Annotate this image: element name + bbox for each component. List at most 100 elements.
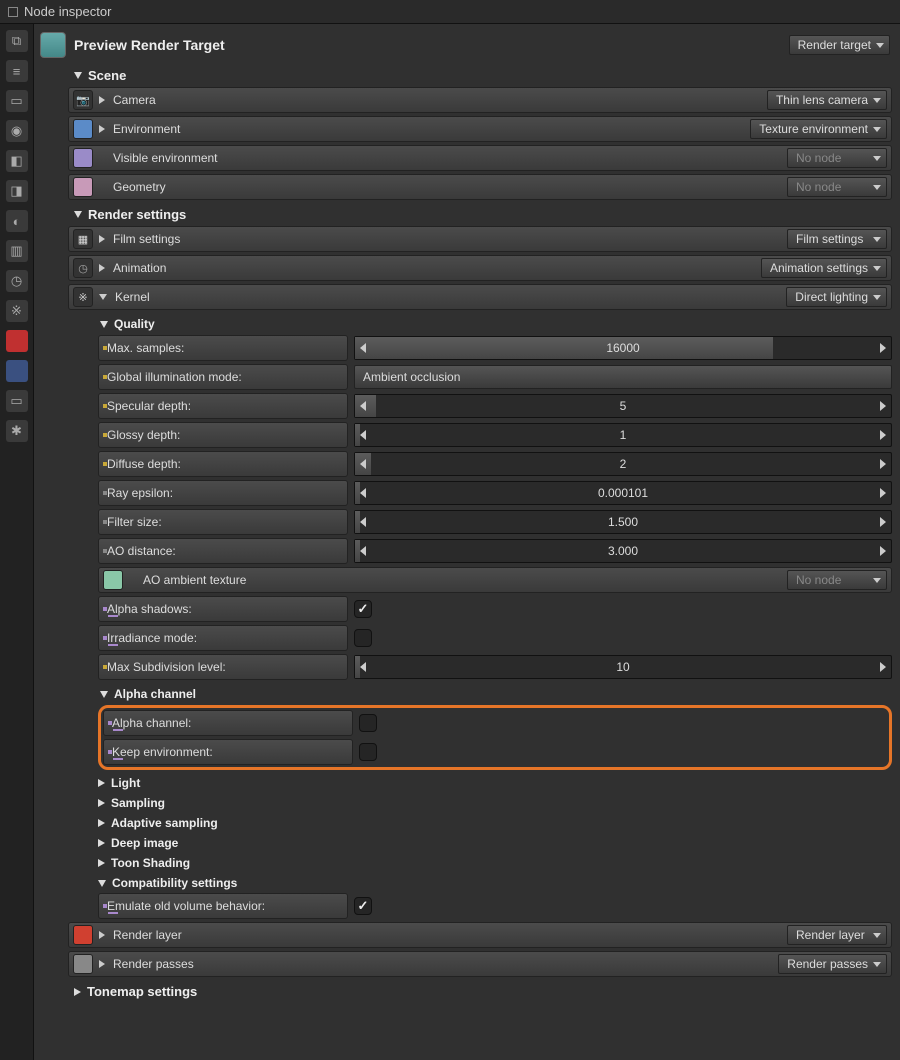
section-sampling[interactable]: Sampling	[98, 793, 892, 813]
chevron-down-icon	[99, 294, 107, 300]
emulate-old-volume-row: Emulate old volume behavior: ✓	[98, 893, 892, 919]
increment-icon[interactable]	[880, 546, 886, 556]
chevron-down-icon	[98, 880, 106, 887]
layer-icon	[73, 925, 93, 945]
tool-icon[interactable]: ≡	[6, 60, 28, 82]
titlebar-icon	[8, 7, 18, 17]
increment-icon[interactable]	[880, 517, 886, 527]
bool-icon	[103, 636, 107, 640]
diffuse-slider[interactable]: 2	[354, 452, 892, 476]
tool-image-icon[interactable]: ▭	[6, 90, 28, 112]
tool-image-icon[interactable]: ▭	[6, 390, 28, 412]
render-target-icon	[40, 32, 66, 58]
keep-env-row: Keep environment:	[103, 739, 887, 765]
gi-mode-select[interactable]: Ambient occlusion	[354, 365, 892, 389]
keep-env-checkbox[interactable]	[359, 743, 377, 761]
geometry-dropdown[interactable]: No node	[787, 177, 887, 197]
tool-clock-icon[interactable]: ◷	[6, 270, 28, 292]
alpha-shadows-row: Alpha shadows: ✓	[98, 596, 892, 622]
chevron-right-icon	[99, 931, 105, 939]
film-settings-row[interactable]: ▦ Film settings Film settings	[68, 226, 892, 252]
bool-icon	[108, 721, 112, 725]
max-subdiv-slider[interactable]: 10	[354, 655, 892, 679]
render-layer-dropdown[interactable]: Render layer	[787, 925, 887, 945]
section-alpha-channel[interactable]: Alpha channel	[98, 683, 892, 705]
increment-icon[interactable]	[880, 430, 886, 440]
environment-row[interactable]: Environment Texture environment	[68, 116, 892, 142]
node-icon	[73, 177, 93, 197]
increment-icon[interactable]	[880, 662, 886, 672]
tool-star-icon[interactable]: ✱	[6, 420, 28, 442]
texture-icon	[103, 570, 123, 590]
tool-icon[interactable]: ◨	[6, 180, 28, 202]
max-samples-slider[interactable]: 16000	[354, 336, 892, 360]
emulate-checkbox[interactable]: ✓	[354, 897, 372, 915]
page-title: Preview Render Target	[74, 37, 225, 53]
tool-icon[interactable]: ◧	[6, 150, 28, 172]
bool-icon	[108, 750, 112, 754]
tool-icon[interactable]: ◐	[6, 210, 28, 232]
camera-dropdown[interactable]: Thin lens camera	[767, 90, 887, 110]
increment-icon[interactable]	[880, 488, 886, 498]
ao-distance-slider[interactable]: 3.000	[354, 539, 892, 563]
environment-dropdown[interactable]: Texture environment	[750, 119, 887, 139]
irradiance-checkbox[interactable]	[354, 629, 372, 647]
geometry-row[interactable]: Geometry No node	[68, 174, 892, 200]
section-deep-image[interactable]: Deep image	[98, 833, 892, 853]
visible-env-row[interactable]: Visible environment No node	[68, 145, 892, 171]
render-passes-row[interactable]: Render passes Render passes	[68, 951, 892, 977]
section-compat[interactable]: Compatibility settings	[98, 873, 892, 893]
ray-eps-slider[interactable]: 0.000101	[354, 481, 892, 505]
chevron-right-icon	[98, 799, 105, 807]
ao-texture-row[interactable]: AO ambient texture No node	[98, 567, 892, 593]
irradiance-row: Irradiance mode:	[98, 625, 892, 651]
tool-icon[interactable]: ⧉	[6, 30, 28, 52]
alpha-channel-checkbox[interactable]	[359, 714, 377, 732]
render-target-dropdown[interactable]: Render target	[789, 35, 890, 55]
bool-icon	[103, 904, 107, 908]
tool-camera-icon[interactable]: ◉	[6, 120, 28, 142]
render-passes-dropdown[interactable]: Render passes	[778, 954, 887, 974]
window-title: Node inspector	[24, 4, 111, 19]
tool-icon[interactable]: ※	[6, 300, 28, 322]
visible-env-dropdown[interactable]: No node	[787, 148, 887, 168]
chevron-right-icon	[99, 96, 105, 104]
gi-mode-row: Global illumination mode: Ambient occlus…	[98, 364, 892, 390]
film-dropdown[interactable]: Film settings	[787, 229, 887, 249]
render-layer-row[interactable]: Render layer Render layer	[68, 922, 892, 948]
chevron-right-icon	[98, 859, 105, 867]
ao-distance-row: AO distance: 3.000	[98, 538, 892, 564]
section-light[interactable]: Light	[98, 773, 892, 793]
chevron-right-icon	[98, 839, 105, 847]
increment-icon[interactable]	[880, 401, 886, 411]
increment-icon[interactable]	[880, 459, 886, 469]
chevron-right-icon	[99, 235, 105, 243]
animation-row[interactable]: ◷ Animation Animation settings	[68, 255, 892, 281]
kernel-dropdown[interactable]: Direct lighting	[786, 287, 887, 307]
alpha-shadows-checkbox[interactable]: ✓	[354, 600, 372, 618]
chevron-right-icon	[98, 819, 105, 827]
filter-size-slider[interactable]: 1.500	[354, 510, 892, 534]
increment-icon[interactable]	[880, 343, 886, 353]
chevron-down-icon	[100, 691, 108, 698]
tool-blue-icon[interactable]	[6, 360, 28, 382]
kernel-icon: ※	[73, 287, 93, 307]
kernel-row[interactable]: ※ Kernel Direct lighting	[68, 284, 892, 310]
clock-icon: ◷	[73, 258, 93, 278]
ao-texture-dropdown[interactable]: No node	[787, 570, 887, 590]
alpha-channel-row: Alpha channel:	[103, 710, 887, 736]
section-toon-shading[interactable]: Toon Shading	[98, 853, 892, 873]
tool-icon[interactable]: ▥	[6, 240, 28, 262]
tool-red-icon[interactable]	[6, 330, 28, 352]
animation-dropdown[interactable]: Animation settings	[761, 258, 887, 278]
section-adaptive-sampling[interactable]: Adaptive sampling	[98, 813, 892, 833]
section-tonemap[interactable]: Tonemap settings	[68, 980, 892, 1003]
section-render-settings[interactable]: Render settings	[68, 203, 892, 226]
specular-slider[interactable]: 5	[354, 394, 892, 418]
camera-row[interactable]: 📷 Camera Thin lens camera	[68, 87, 892, 113]
section-scene[interactable]: Scene	[68, 64, 892, 87]
chevron-down-icon	[74, 211, 82, 218]
diffuse-depth-row: Diffuse depth: 2	[98, 451, 892, 477]
glossy-slider[interactable]: 1	[354, 423, 892, 447]
section-quality[interactable]: Quality	[98, 313, 892, 335]
